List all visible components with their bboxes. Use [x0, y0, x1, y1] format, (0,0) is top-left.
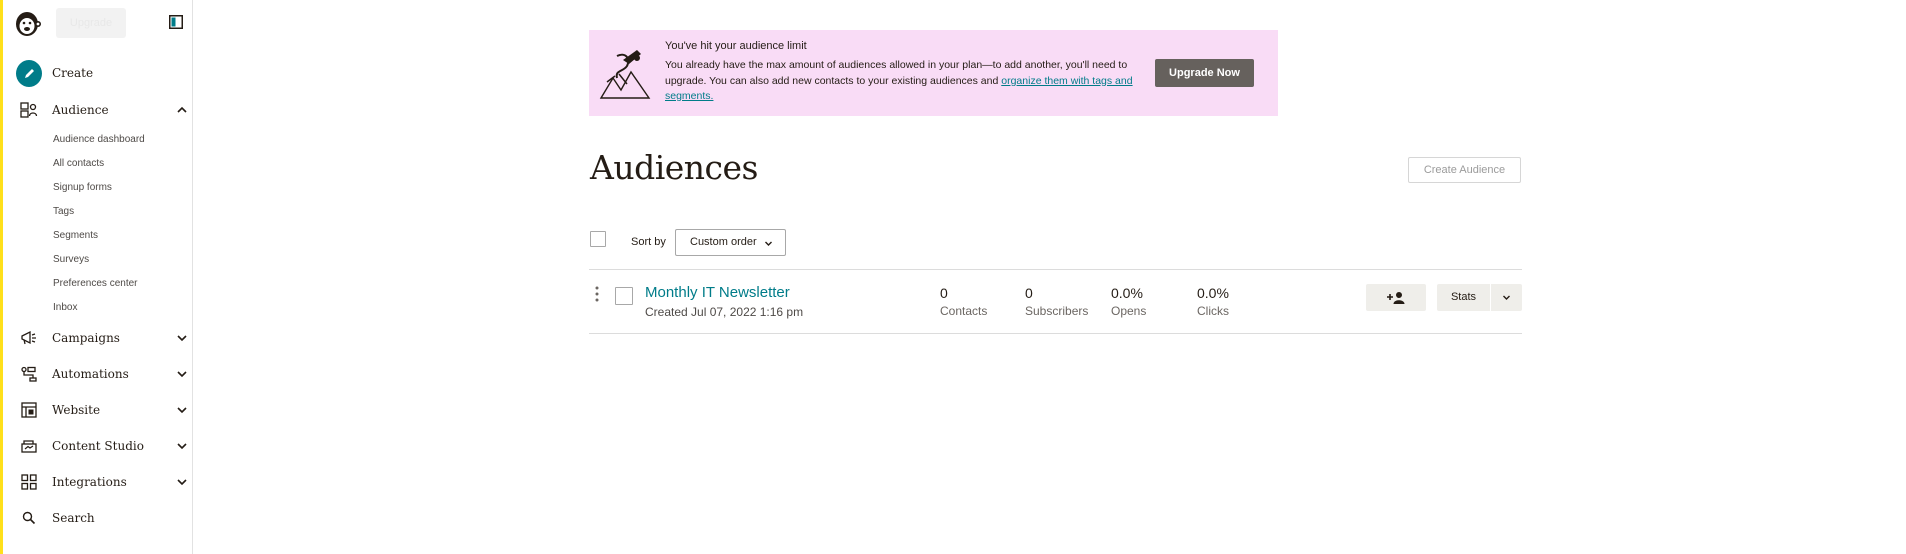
subnav-preferences-center[interactable]: Preferences center — [53, 278, 138, 289]
nav-content-studio-label: Content Studio — [52, 439, 144, 453]
stat-opens-label: Opens — [1111, 304, 1147, 318]
nav-website-label: Website — [52, 403, 101, 417]
chevron-down-icon — [177, 371, 187, 378]
search-icon — [16, 505, 42, 531]
chevron-down-icon — [177, 335, 187, 342]
megaphone-icon — [16, 325, 42, 351]
nav-content-studio[interactable]: Content Studio — [16, 432, 188, 460]
nav-create-label: Create — [52, 66, 94, 80]
sidebar-toggle-icon[interactable] — [169, 15, 183, 29]
add-contact-button[interactable] — [1366, 284, 1426, 311]
audience-row-checkbox[interactable] — [615, 287, 633, 305]
subnav-inbox[interactable]: Inbox — [53, 302, 77, 313]
stat-subscribers: 0 Subscribers — [1025, 285, 1088, 318]
content-studio-icon — [16, 433, 42, 459]
sort-select[interactable]: Custom order — [675, 229, 786, 256]
nav-campaigns[interactable]: Campaigns — [16, 324, 188, 352]
subnav-all-contacts[interactable]: All contacts — [53, 158, 104, 169]
nav-search-label: Search — [52, 511, 95, 525]
stat-subscribers-value: 0 — [1025, 285, 1033, 301]
stat-clicks-value: 0.0% — [1197, 285, 1229, 301]
upgrade-ghost-button[interactable]: Upgrade — [56, 8, 126, 38]
nav-integrations-label: Integrations — [52, 475, 127, 489]
stat-clicks: 0.0% Clicks — [1197, 285, 1229, 318]
chevron-down-icon — [765, 241, 772, 246]
nav-create[interactable]: Create — [16, 59, 188, 87]
banner-text: You already have the max amount of audie… — [665, 58, 1140, 105]
nav-website[interactable]: Website — [16, 396, 188, 424]
audience-created-date: Created Jul 07, 2022 1:16 pm — [645, 305, 804, 319]
nav-audience[interactable]: Audience — [16, 96, 188, 124]
kebab-menu-icon[interactable] — [593, 285, 601, 303]
chevron-up-icon — [177, 106, 187, 113]
add-person-icon — [1387, 291, 1405, 304]
audience-name-link[interactable]: Monthly IT Newsletter — [645, 284, 790, 301]
sort-select-value: Custom order — [690, 236, 757, 248]
nav-campaigns-label: Campaigns — [52, 331, 120, 345]
stats-button[interactable]: Stats — [1437, 284, 1490, 311]
sidebar: Upgrade Create Audience Audience dashboa… — [0, 0, 193, 554]
chevron-down-icon — [177, 479, 187, 486]
grid-icon — [16, 469, 42, 495]
stat-clicks-label: Clicks — [1197, 304, 1229, 318]
stat-contacts-value: 0 — [940, 285, 948, 301]
list-divider-bottom — [589, 333, 1522, 334]
climber-illustration-icon — [597, 48, 653, 104]
banner-title: You've hit your audience limit — [665, 40, 807, 52]
create-audience-button[interactable]: Create Audience — [1408, 157, 1521, 183]
stat-contacts-label: Contacts — [940, 304, 988, 318]
audience-limit-banner: You've hit your audience limit You alrea… — [589, 30, 1278, 116]
automation-icon — [16, 361, 42, 387]
nav-automations-label: Automations — [52, 367, 129, 381]
sort-by-label: Sort by — [631, 236, 666, 248]
subnav-surveys[interactable]: Surveys — [53, 254, 89, 265]
subnav-tags[interactable]: Tags — [53, 206, 74, 217]
list-divider-top — [589, 269, 1522, 270]
chevron-down-icon — [1503, 295, 1510, 300]
stat-contacts: 0 Contacts — [940, 285, 987, 318]
mailchimp-logo-icon[interactable] — [13, 8, 43, 40]
pencil-icon — [16, 59, 42, 87]
page-title: Audiences — [590, 148, 759, 187]
select-all-checkbox[interactable] — [590, 231, 606, 247]
nav-integrations[interactable]: Integrations — [16, 468, 188, 496]
stat-subscribers-label: Subscribers — [1025, 304, 1089, 318]
upgrade-now-button[interactable]: Upgrade Now — [1155, 59, 1254, 87]
nav-search[interactable]: Search — [16, 504, 188, 532]
chevron-down-icon — [177, 407, 187, 414]
stats-dropdown-button[interactable] — [1491, 284, 1522, 311]
nav-audience-label: Audience — [52, 103, 109, 117]
chevron-down-icon — [177, 443, 187, 450]
website-icon — [16, 397, 42, 423]
subnav-segments[interactable]: Segments — [53, 230, 98, 241]
subnav-signup-forms[interactable]: Signup forms — [53, 182, 112, 193]
subnav-audience-dashboard[interactable]: Audience dashboard — [53, 134, 145, 145]
audience-icon — [16, 97, 42, 123]
stat-opens-value: 0.0% — [1111, 285, 1143, 301]
nav-automations[interactable]: Automations — [16, 360, 188, 388]
stat-opens: 0.0% Opens — [1111, 285, 1146, 318]
